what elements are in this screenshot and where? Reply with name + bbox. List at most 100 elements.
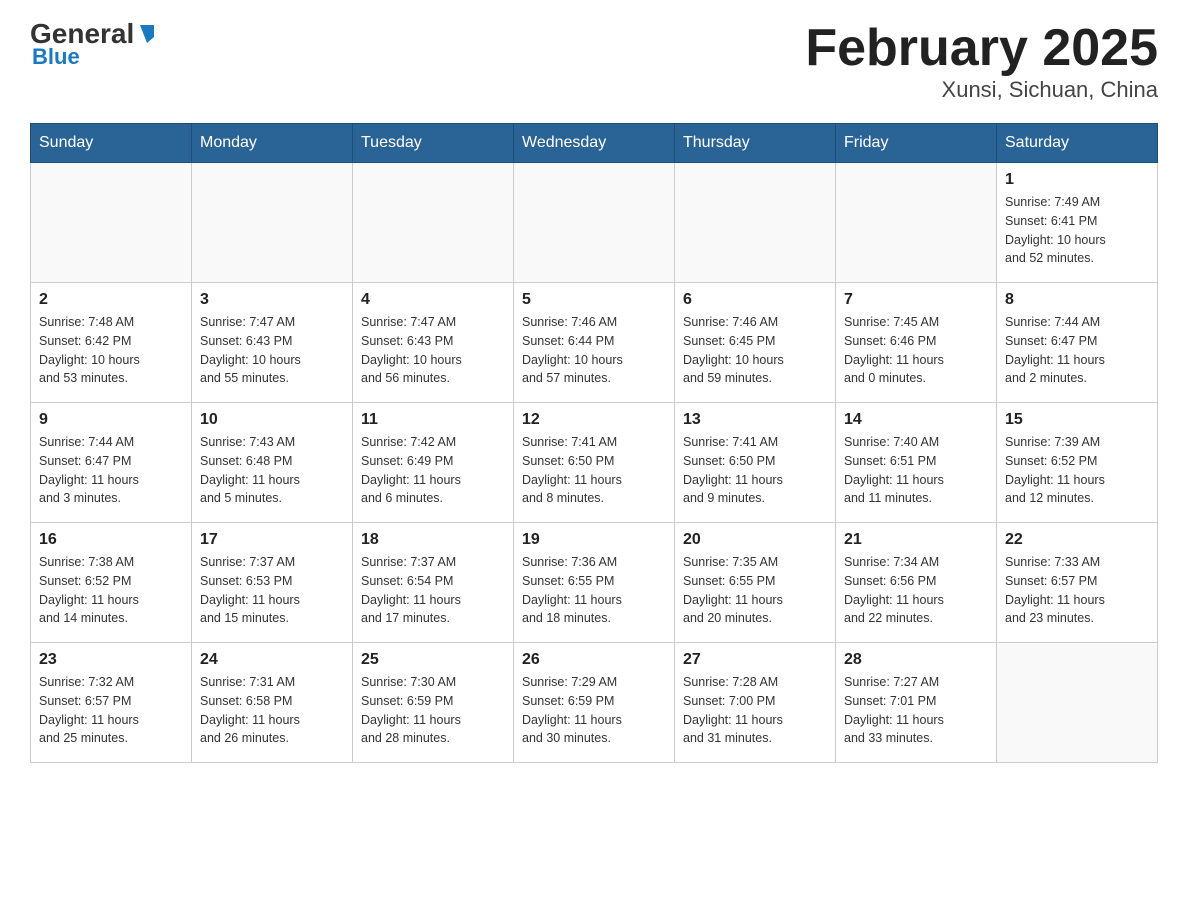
calendar-cell: 21 Sunrise: 7:34 AM Sunset: 6:56 PM Dayli… — [836, 523, 997, 643]
day-number: 5 — [522, 291, 666, 309]
calendar-cell: 8 Sunrise: 7:44 AM Sunset: 6:47 PM Daylig… — [997, 283, 1158, 403]
calendar-title: February 2025 — [805, 20, 1158, 77]
calendar-cell: 12 Sunrise: 7:41 AM Sunset: 6:50 PM Dayli… — [514, 403, 675, 523]
day-number: 26 — [522, 651, 666, 669]
day-info: Sunrise: 7:39 AM Sunset: 6:52 PM Dayligh… — [1005, 433, 1149, 508]
day-info: Sunrise: 7:47 AM Sunset: 6:43 PM Dayligh… — [361, 313, 505, 388]
day-number: 13 — [683, 411, 827, 429]
calendar-cell: 19Sunrise: 7:36 AM Sunset: 6:55 PM Dayli… — [514, 523, 675, 643]
calendar-week-row: 9 Sunrise: 7:44 AM Sunset: 6:47 PM Daylig… — [31, 403, 1158, 523]
calendar-cell — [997, 643, 1158, 763]
calendar-week-row: 23 Sunrise: 7:32 AM Sunset: 6:57 PM Dayli… — [31, 643, 1158, 763]
calendar-cell — [353, 163, 514, 283]
calendar-table: SundayMondayTuesdayWednesdayThursdayFrid… — [30, 123, 1158, 763]
header-cell-saturday: Saturday — [997, 124, 1158, 163]
day-number: 24 — [200, 651, 344, 669]
day-info: Sunrise: 7:49 AM Sunset: 6:41 PM Dayligh… — [1005, 193, 1149, 268]
day-info: Sunrise: 7:35 AM Sunset: 6:55 PM Dayligh… — [683, 553, 827, 628]
calendar-cell: 23 Sunrise: 7:32 AM Sunset: 6:57 PM Dayli… — [31, 643, 192, 763]
calendar-cell: 22 Sunrise: 7:33 AM Sunset: 6:57 PM Dayli… — [997, 523, 1158, 643]
day-number: 23 — [39, 651, 183, 669]
calendar-cell: 17Sunrise: 7:37 AM Sunset: 6:53 PM Dayli… — [192, 523, 353, 643]
calendar-cell: 25Sunrise: 7:30 AM Sunset: 6:59 PM Dayli… — [353, 643, 514, 763]
day-number: 28 — [844, 651, 988, 669]
header-cell-friday: Friday — [836, 124, 997, 163]
calendar-header-row: SundayMondayTuesdayWednesdayThursdayFrid… — [31, 124, 1158, 163]
calendar-cell: 4Sunrise: 7:47 AM Sunset: 6:43 PM Daylig… — [353, 283, 514, 403]
calendar-week-row: 16 Sunrise: 7:38 AM Sunset: 6:52 PM Dayli… — [31, 523, 1158, 643]
day-number: 12 — [522, 411, 666, 429]
day-number: 20 — [683, 531, 827, 549]
day-info: Sunrise: 7:41 AM Sunset: 6:50 PM Dayligh… — [522, 433, 666, 508]
calendar-cell — [192, 163, 353, 283]
calendar-cell: 9 Sunrise: 7:44 AM Sunset: 6:47 PM Daylig… — [31, 403, 192, 523]
calendar-subtitle: Xunsi, Sichuan, China — [805, 77, 1158, 103]
calendar-week-row: 1 Sunrise: 7:49 AM Sunset: 6:41 PM Daylig… — [31, 163, 1158, 283]
day-number: 17 — [200, 531, 344, 549]
day-number: 16 — [39, 531, 183, 549]
calendar-cell — [836, 163, 997, 283]
calendar-cell: 13 Sunrise: 7:41 AM Sunset: 6:50 PM Dayli… — [675, 403, 836, 523]
day-number: 11 — [361, 411, 505, 429]
day-number: 19 — [522, 531, 666, 549]
day-info: Sunrise: 7:34 AM Sunset: 6:56 PM Dayligh… — [844, 553, 988, 628]
day-info: Sunrise: 7:46 AM Sunset: 6:45 PM Dayligh… — [683, 313, 827, 388]
header-cell-tuesday: Tuesday — [353, 124, 514, 163]
logo-arrow-icon — [136, 23, 158, 45]
calendar-cell: 14 Sunrise: 7:40 AM Sunset: 6:51 PM Dayli… — [836, 403, 997, 523]
calendar-cell: 27Sunrise: 7:28 AM Sunset: 7:00 PM Dayli… — [675, 643, 836, 763]
day-number: 8 — [1005, 291, 1149, 309]
day-info: Sunrise: 7:42 AM Sunset: 6:49 PM Dayligh… — [361, 433, 505, 508]
day-info: Sunrise: 7:41 AM Sunset: 6:50 PM Dayligh… — [683, 433, 827, 508]
calendar-cell: 18 Sunrise: 7:37 AM Sunset: 6:54 PM Dayli… — [353, 523, 514, 643]
calendar-cell: 5 Sunrise: 7:46 AM Sunset: 6:44 PM Daylig… — [514, 283, 675, 403]
day-number: 3 — [200, 291, 344, 309]
logo-blue: Blue — [32, 44, 80, 70]
day-info: Sunrise: 7:38 AM Sunset: 6:52 PM Dayligh… — [39, 553, 183, 628]
day-info: Sunrise: 7:27 AM Sunset: 7:01 PM Dayligh… — [844, 673, 988, 748]
day-number: 9 — [39, 411, 183, 429]
day-info: Sunrise: 7:47 AM Sunset: 6:43 PM Dayligh… — [200, 313, 344, 388]
day-number: 21 — [844, 531, 988, 549]
day-info: Sunrise: 7:32 AM Sunset: 6:57 PM Dayligh… — [39, 673, 183, 748]
day-number: 2 — [39, 291, 183, 309]
day-number: 22 — [1005, 531, 1149, 549]
day-info: Sunrise: 7:44 AM Sunset: 6:47 PM Dayligh… — [1005, 313, 1149, 388]
day-info: Sunrise: 7:29 AM Sunset: 6:59 PM Dayligh… — [522, 673, 666, 748]
header-cell-monday: Monday — [192, 124, 353, 163]
calendar-cell: 16 Sunrise: 7:38 AM Sunset: 6:52 PM Dayli… — [31, 523, 192, 643]
day-number: 27 — [683, 651, 827, 669]
calendar-cell: 2 Sunrise: 7:48 AM Sunset: 6:42 PM Daylig… — [31, 283, 192, 403]
day-number: 1 — [1005, 171, 1149, 189]
calendar-cell: 3 Sunrise: 7:47 AM Sunset: 6:43 PM Daylig… — [192, 283, 353, 403]
day-info: Sunrise: 7:30 AM Sunset: 6:59 PM Dayligh… — [361, 673, 505, 748]
header-cell-sunday: Sunday — [31, 124, 192, 163]
title-block: February 2025 Xunsi, Sichuan, China — [805, 20, 1158, 103]
day-info: Sunrise: 7:43 AM Sunset: 6:48 PM Dayligh… — [200, 433, 344, 508]
day-number: 18 — [361, 531, 505, 549]
calendar-cell — [31, 163, 192, 283]
day-info: Sunrise: 7:31 AM Sunset: 6:58 PM Dayligh… — [200, 673, 344, 748]
day-number: 14 — [844, 411, 988, 429]
calendar-cell: 10 Sunrise: 7:43 AM Sunset: 6:48 PM Dayli… — [192, 403, 353, 523]
calendar-week-row: 2 Sunrise: 7:48 AM Sunset: 6:42 PM Daylig… — [31, 283, 1158, 403]
day-info: Sunrise: 7:33 AM Sunset: 6:57 PM Dayligh… — [1005, 553, 1149, 628]
header-cell-wednesday: Wednesday — [514, 124, 675, 163]
day-info: Sunrise: 7:44 AM Sunset: 6:47 PM Dayligh… — [39, 433, 183, 508]
calendar-cell: 11 Sunrise: 7:42 AM Sunset: 6:49 PM Dayli… — [353, 403, 514, 523]
calendar-cell: 24 Sunrise: 7:31 AM Sunset: 6:58 PM Dayli… — [192, 643, 353, 763]
day-info: Sunrise: 7:45 AM Sunset: 6:46 PM Dayligh… — [844, 313, 988, 388]
calendar-cell: 28 Sunrise: 7:27 AM Sunset: 7:01 PM Dayli… — [836, 643, 997, 763]
calendar-cell — [675, 163, 836, 283]
day-info: Sunrise: 7:37 AM Sunset: 6:54 PM Dayligh… — [361, 553, 505, 628]
day-info: Sunrise: 7:48 AM Sunset: 6:42 PM Dayligh… — [39, 313, 183, 388]
calendar-cell: 20 Sunrise: 7:35 AM Sunset: 6:55 PM Dayli… — [675, 523, 836, 643]
day-number: 6 — [683, 291, 827, 309]
day-number: 7 — [844, 291, 988, 309]
day-number: 10 — [200, 411, 344, 429]
day-info: Sunrise: 7:46 AM Sunset: 6:44 PM Dayligh… — [522, 313, 666, 388]
header-cell-thursday: Thursday — [675, 124, 836, 163]
logo: General Blue — [30, 20, 158, 70]
day-info: Sunrise: 7:40 AM Sunset: 6:51 PM Dayligh… — [844, 433, 988, 508]
page-header: General Blue February 2025 Xunsi, Sichua… — [30, 20, 1158, 103]
